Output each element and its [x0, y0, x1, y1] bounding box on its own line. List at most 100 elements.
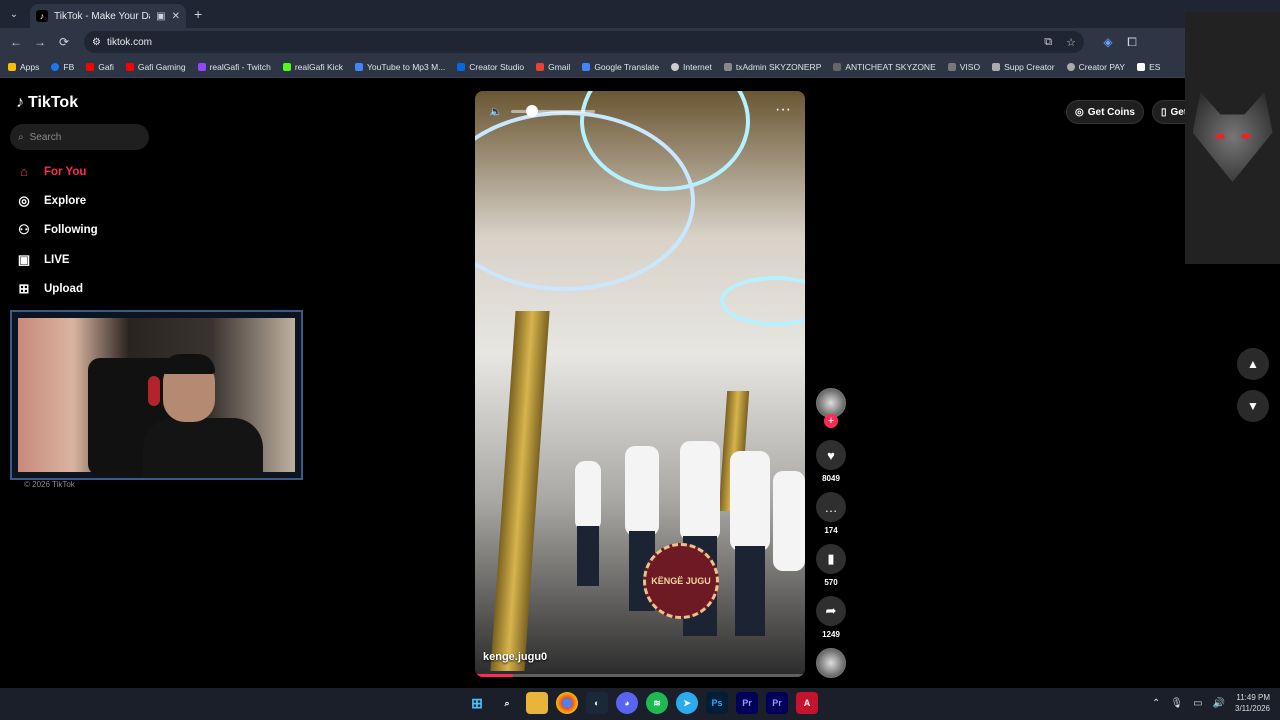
comment-icon: … — [816, 492, 846, 522]
tiktok-logo[interactable]: ♪ TikTok — [16, 94, 78, 112]
previous-video-button[interactable]: ▲ — [1237, 348, 1269, 380]
more-options-icon[interactable]: ··· — [775, 101, 791, 119]
extensions-puzzle-icon[interactable]: ⧠ — [1120, 35, 1144, 50]
copyright-text: © 2026 TikTok — [24, 480, 75, 489]
chevron-down-icon: ▼ — [1247, 399, 1259, 413]
bookmark-gmail[interactable]: Gmail — [536, 62, 570, 72]
bookmark-creator-pay[interactable]: Creator PAY — [1066, 62, 1125, 72]
follow-plus-icon[interactable]: + — [824, 414, 838, 428]
save-count: 570 — [824, 578, 838, 587]
install-icon[interactable]: ⧉ — [1044, 36, 1052, 49]
omnibox[interactable]: ⚙ tiktok.com ⧉ ☆ — [84, 31, 1084, 53]
next-video-button[interactable]: ▼ — [1237, 390, 1269, 422]
video-player[interactable]: KËNGË JUGU 🔈 ··· kenge.jugu0 — [475, 91, 805, 677]
reload-button[interactable]: ⟳ — [52, 35, 76, 49]
system-tray: ⌃ 🎙 ▭ 🔊 11:49 PM 3/11/2026 — [1152, 692, 1270, 714]
windows-start-icon[interactable]: ⊞ — [466, 692, 488, 714]
volume-slider[interactable] — [510, 105, 595, 117]
youtube-icon — [86, 62, 95, 71]
bookmark-twitch[interactable]: realGafi - Twitch — [197, 62, 271, 72]
bookmark-internet[interactable]: Internet — [671, 62, 712, 72]
bookmark-apps[interactable]: Apps — [8, 62, 39, 72]
meta-icon — [457, 62, 466, 71]
new-tab-button[interactable]: + — [194, 6, 202, 22]
bookmark-anticheat[interactable]: ANTICHEAT SKYZONE — [833, 62, 936, 72]
volume-slider-knob[interactable] — [525, 105, 538, 117]
bookmark-label: VISO — [959, 61, 981, 72]
chrome-icon[interactable] — [556, 692, 578, 714]
music-disc-button[interactable] — [816, 648, 846, 678]
microphone-icon[interactable]: 🎙 — [1170, 698, 1183, 709]
photoshop-icon[interactable]: Ps — [706, 692, 728, 714]
chevron-up-icon: ▲ — [1247, 357, 1259, 371]
clock-date: 3/11/2026 — [1235, 704, 1270, 713]
tray-chevron-up-icon[interactable]: ⌃ — [1152, 698, 1160, 709]
stream-overlay-logo: Z1 — [1185, 12, 1280, 264]
bookmark-google-translate[interactable]: Google Translate — [582, 62, 659, 72]
search-icon[interactable]: ⌕ — [496, 692, 518, 714]
like-button[interactable]: ♥ 8049 — [816, 440, 846, 483]
bookmark-creator-studio[interactable]: Creator Studio — [457, 62, 524, 72]
speaker-icon[interactable]: 🔊 — [1213, 698, 1225, 709]
sidebar-item-for-you[interactable]: ⌂ For You — [16, 164, 86, 179]
bookmark-label: Supp Creator — [1004, 61, 1055, 72]
back-button[interactable]: ← — [4, 35, 28, 49]
spotify-icon[interactable]: ≋ — [646, 692, 668, 714]
download-icon — [355, 62, 364, 71]
browser-tab[interactable]: ♪ TikTok - Make Your Day ▣ ✕ — [30, 4, 186, 28]
site-info-icon[interactable]: ⚙ — [92, 37, 101, 48]
dancer — [680, 441, 720, 541]
get-coins-button[interactable]: ◎ Get Coins — [1066, 100, 1144, 124]
bookmark-txadmin[interactable]: txAdmin SKYZONERP — [723, 62, 821, 72]
bookmark-kick[interactable]: realGafi Kick — [282, 62, 343, 72]
bookmark-gafi[interactable]: Gafi — [86, 62, 114, 72]
telegram-icon[interactable]: ➤ — [676, 692, 698, 714]
bookmark-fb[interactable]: FB — [51, 62, 74, 72]
person-body — [143, 418, 263, 478]
tab-pip-icon[interactable]: ▣ — [156, 11, 165, 22]
save-button[interactable]: ▮ 570 — [816, 544, 846, 587]
file-explorer-icon[interactable] — [526, 692, 548, 714]
discord-icon[interactable]: ◕ — [616, 692, 638, 714]
video-progress-bar[interactable] — [475, 674, 805, 677]
bookmark-label: FB — [63, 61, 75, 72]
network-icon[interactable]: ▭ — [1193, 698, 1202, 709]
bookmark-yt-mp3[interactable]: YouTube to Mp3 M... — [355, 62, 445, 72]
sidebar-item-explore[interactable]: ◎ Explore — [16, 193, 86, 209]
dancer — [625, 446, 659, 536]
bookmark-es[interactable]: ES — [1137, 62, 1160, 72]
bookmark-gafi-gaming[interactable]: Gafi Gaming — [125, 62, 186, 72]
sidebar-item-upload[interactable]: ⊞ Upload — [16, 281, 83, 297]
search-placeholder: Search — [29, 131, 62, 143]
extension-icon[interactable]: ◈ — [1096, 35, 1120, 49]
share-button[interactable]: ➦ 1249 — [816, 596, 846, 639]
system-clock[interactable]: 11:49 PM 3/11/2026 — [1235, 692, 1270, 714]
premiere-pro-icon[interactable]: Pr — [736, 692, 758, 714]
comment-button[interactable]: … 174 — [816, 492, 846, 535]
bookmark-viso[interactable]: VISO — [947, 61, 981, 72]
video-author[interactable]: kenge.jugu0 — [483, 651, 547, 663]
viso-icon — [947, 62, 956, 71]
volume-icon[interactable]: 🔈 — [489, 105, 503, 118]
globe-icon — [1066, 62, 1075, 71]
premiere-pro-icon[interactable]: Pr — [766, 692, 788, 714]
steam-icon[interactable]: ◐ — [586, 692, 608, 714]
tab-close-icon[interactable]: ✕ — [172, 11, 180, 22]
bookmark-label: Gafi — [98, 61, 114, 72]
apps-grid-icon — [8, 62, 16, 71]
bookmark-star-icon[interactable]: ☆ — [1066, 36, 1076, 49]
adobe-icon[interactable]: A — [796, 692, 818, 714]
youtube-icon — [125, 62, 134, 71]
bookmark-supp-creator[interactable]: Supp Creator — [992, 62, 1055, 72]
translate-icon — [582, 62, 591, 71]
forward-button[interactable]: → — [28, 35, 52, 49]
sidebar-item-live[interactable]: ▣ LIVE — [16, 252, 70, 268]
creator-avatar-button[interactable]: + — [816, 388, 846, 428]
tiktok-favicon-icon: ♪ — [36, 10, 48, 22]
gmail-icon — [536, 62, 545, 71]
search-input[interactable]: ⌕ Search — [10, 124, 149, 150]
sidebar-item-label: Upload — [44, 283, 83, 295]
dancer — [575, 461, 601, 531]
sidebar-item-following[interactable]: ⚇ Following — [16, 222, 97, 238]
tab-search-button[interactable]: ⌄ — [4, 4, 24, 24]
